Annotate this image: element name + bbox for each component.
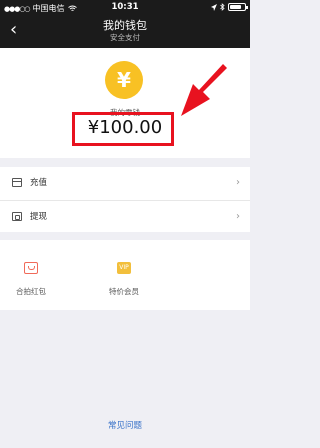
menu-item-label: 提现 [30,212,48,222]
vip-icon: VIP [117,262,131,274]
menu-item-label: 充值 [30,178,48,188]
yuan-coin-icon: ¥ [105,61,143,99]
service-red-envelope[interactable]: 合拍红包 [0,240,62,310]
red-arrow-icon [181,64,227,116]
chevron-right-icon: › [236,210,240,222]
menu-item-recharge[interactable]: 充值 › [0,167,250,197]
service-vip[interactable]: VIP 特价会员 [93,240,155,310]
service-label: 合拍红包 [16,287,46,296]
card-icon [12,177,22,187]
nav-bar: ‹ 我的钱包 安全支付 [0,14,250,48]
page-title: 我的钱包 [103,19,147,32]
battery-icon [228,3,248,11]
highlight-box [72,112,174,146]
balance-card: ¥ 我的零钱 ¥100.00 [0,48,250,158]
chevron-right-icon: › [236,176,240,188]
services-grid: 合拍红包 VIP 特价会员 [0,240,250,310]
status-right [211,3,248,11]
status-bar: ●●●○○ 中国电信 10:31 [0,0,250,14]
faq-link[interactable]: 常见问题 [0,419,250,431]
bluetooth-icon [220,3,225,11]
page-subtitle: 安全支付 [110,33,140,42]
location-icon [211,3,217,11]
menu-item-withdraw[interactable]: 提现 › [0,201,250,231]
service-label: 特价会员 [109,287,139,296]
battery-level [230,5,241,9]
wallet-icon [12,211,22,221]
wallet-menu: 充值 › 提现 › [0,167,250,232]
red-envelope-icon [24,262,38,274]
